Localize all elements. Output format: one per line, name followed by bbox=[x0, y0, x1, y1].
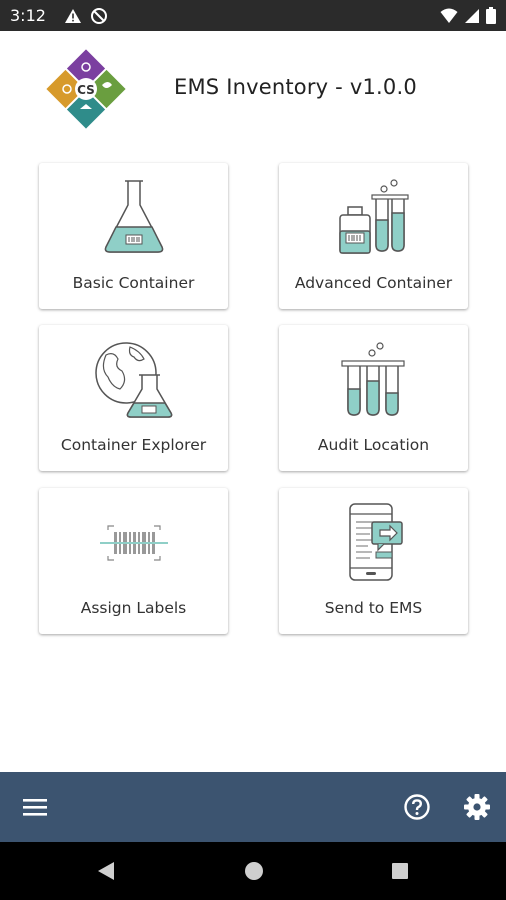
app-logo: CS bbox=[44, 47, 128, 131]
svg-text:CS: CS bbox=[77, 83, 95, 97]
container-explorer-button[interactable]: Container Explorer bbox=[39, 325, 228, 471]
card-label: Advanced Container bbox=[294, 274, 453, 292]
advanced-container-button[interactable]: Advanced Container bbox=[279, 163, 468, 309]
status-bar: 3:12 bbox=[0, 0, 506, 31]
card-label: Send to EMS bbox=[324, 599, 423, 617]
send-to-ems-button[interactable]: Send to EMS bbox=[279, 488, 468, 634]
battery-icon bbox=[486, 7, 496, 24]
phone-send-icon bbox=[332, 500, 416, 584]
settings-icon[interactable] bbox=[463, 793, 491, 821]
card-label: Container Explorer bbox=[60, 436, 207, 454]
help-icon[interactable] bbox=[403, 793, 431, 821]
card-label: Assign Labels bbox=[80, 599, 187, 617]
flask-tubes-icon bbox=[332, 175, 416, 259]
home-icon[interactable] bbox=[243, 860, 265, 882]
status-system-icons bbox=[440, 7, 496, 24]
card-label: Audit Location bbox=[317, 436, 430, 454]
back-icon[interactable] bbox=[95, 860, 117, 882]
menu-icon[interactable] bbox=[22, 795, 48, 819]
status-notification-icons bbox=[64, 7, 108, 25]
page-title: EMS Inventory - v1.0.0 bbox=[174, 75, 417, 99]
barcode-scan-icon bbox=[92, 500, 176, 584]
recents-icon[interactable] bbox=[389, 860, 411, 882]
basic-container-button[interactable]: Basic Container bbox=[39, 163, 228, 309]
system-navigation-bar bbox=[0, 842, 506, 900]
bottom-app-bar bbox=[0, 772, 506, 842]
assign-labels-button[interactable]: Assign Labels bbox=[39, 488, 228, 634]
wifi-icon bbox=[440, 8, 458, 24]
status-time: 3:12 bbox=[10, 6, 46, 25]
test-tubes-icon bbox=[332, 337, 416, 421]
app-header: CS EMS Inventory - v1.0.0 bbox=[0, 31, 506, 151]
card-label: Basic Container bbox=[72, 274, 195, 292]
warning-icon bbox=[64, 8, 82, 24]
sync-disabled-icon bbox=[90, 7, 108, 25]
audit-location-button[interactable]: Audit Location bbox=[279, 325, 468, 471]
flask-icon bbox=[92, 175, 176, 259]
signal-icon bbox=[464, 8, 480, 24]
globe-flask-icon bbox=[92, 337, 176, 421]
